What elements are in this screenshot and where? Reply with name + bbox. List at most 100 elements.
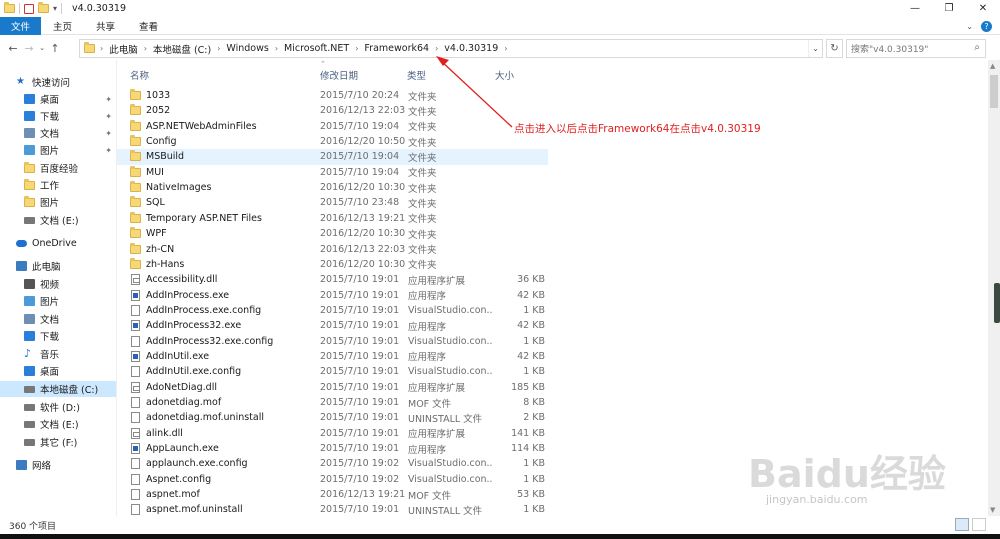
forward-button[interactable]: → (21, 38, 37, 58)
column-header-date[interactable]: 修改日期 (320, 66, 405, 84)
file-row[interactable]: AddInProcess.exe 2015/7/10 19:01 应用程序 42 KB (117, 288, 548, 303)
sidebar-item[interactable]: 本地磁盘 (C:) (0, 381, 116, 397)
sidebar-item[interactable]: 百度经验 (0, 160, 116, 176)
scrollbar-thumb[interactable] (990, 75, 998, 108)
scroll-down-icon[interactable]: ▼ (990, 506, 995, 514)
breadcrumb-windows[interactable]: Windows (226, 43, 268, 54)
sidebar-item[interactable]: ♪ 音乐 (0, 346, 116, 362)
new-folder-icon[interactable] (38, 2, 49, 13)
sidebar-item[interactable]: 视频 (0, 276, 116, 292)
file-row[interactable]: Aspnet.config 2015/7/10 19:02 VisualStudio… (117, 472, 548, 487)
up-button[interactable]: ↑ (47, 38, 63, 58)
file-row[interactable]: MUI 2015/7/10 19:04 文件夹 (117, 165, 548, 180)
chevron-right-icon[interactable]: › (435, 44, 438, 53)
sidebar-item[interactable]: 文档 ✦ (0, 125, 116, 141)
sidebar-item[interactable]: 文档 (E:) (0, 212, 116, 228)
pin-icon[interactable]: ✦ (105, 129, 112, 138)
breadcrumb-separator[interactable]: › (100, 44, 109, 53)
file-row[interactable]: Accessibility.dll 2015/7/10 19:01 应用程序扩展 36… (117, 272, 548, 287)
address-dropdown-button[interactable]: ⌄ (808, 40, 822, 57)
properties-icon[interactable] (24, 3, 34, 14)
maximize-button[interactable]: ❐ (932, 0, 966, 17)
help-icon[interactable]: ? (981, 20, 992, 32)
search-input[interactable]: 搜索"v4.0.30319" ⌕ (846, 39, 986, 58)
sidebar-item[interactable]: 图片 (0, 194, 116, 210)
back-button[interactable]: ← (5, 38, 21, 58)
pin-icon[interactable]: ✦ (105, 95, 112, 104)
scroll-up-icon[interactable]: ▲ (990, 62, 995, 70)
sidebar-item[interactable]: 下载 (0, 328, 116, 344)
file-row[interactable]: MSBuild 2015/7/10 19:04 文件夹 (117, 149, 548, 165)
file-row[interactable]: AddInUtil.exe.config 2015/7/10 19:01 Visua… (117, 364, 548, 379)
file-row[interactable]: Config 2016/12/20 10:50 文件夹 (117, 134, 548, 149)
sidebar-item[interactable]: 下载 ✦ (0, 108, 116, 124)
file-row[interactable]: 1033 2015/7/10 20:24 文件夹 (117, 88, 548, 103)
breadcrumb-drive-c[interactable]: 本地磁盘 (C:) (153, 42, 211, 56)
file-row[interactable]: AddInProcess32.exe.config 2015/7/10 19:01… (117, 334, 548, 349)
column-header-name[interactable]: 名称 (130, 66, 318, 84)
file-row[interactable]: Temporary ASP.NET Files 2016/12/13 19:21 文… (117, 211, 548, 226)
tab-view[interactable]: 查看 (127, 17, 170, 35)
pin-icon[interactable]: ✦ (105, 112, 112, 121)
file-type: UNINSTALL 文件 (408, 413, 483, 425)
file-row[interactable]: AddInUtil.exe 2015/7/10 19:01 应用程序 42 KB (117, 349, 548, 364)
file-row[interactable]: zh-CN 2016/12/13 22:03 文件夹 (117, 242, 548, 257)
large-icons-view-button[interactable] (972, 518, 986, 531)
chevron-right-icon[interactable]: › (144, 44, 147, 53)
file-row[interactable]: AdoNetDiag.dll 2015/7/10 19:01 应用程序扩展 185 K… (117, 380, 548, 395)
sidebar-item[interactable]: 文档 (0, 311, 116, 327)
details-view-button[interactable] (955, 518, 969, 531)
file-row[interactable]: aspnet.mof 2016/12/13 19:21 MOF 文件 53 KB (117, 487, 548, 502)
chevron-right-icon[interactable]: › (275, 44, 278, 53)
file-row[interactable]: ASP.NETWebAdminFiles 2015/7/10 19:04 文件夹 (117, 119, 548, 134)
sidebar-item[interactable]: 软件 (D:) (0, 399, 116, 415)
sidebar-item[interactable]: 图片 ✦ (0, 142, 116, 158)
sidebar-item[interactable]: 桌面 ✦ (0, 91, 116, 107)
address-box[interactable]: › 此电脑 › 本地磁盘 (C:) › Windows › Microsoft.NET… (79, 39, 823, 58)
sidebar-item[interactable]: 其它 (F:) (0, 434, 116, 450)
sidebar-item[interactable]: ★ 快速访问 (0, 74, 116, 90)
column-header-row: 名称 修改日期 类型 大小 (117, 66, 987, 84)
close-button[interactable]: ✕ (966, 0, 1000, 17)
chevron-right-icon[interactable]: › (504, 44, 507, 53)
chevron-right-icon[interactable]: › (355, 44, 358, 53)
sidebar-item[interactable]: 工作 (0, 177, 116, 193)
file-date: 2015/7/10 19:01 (320, 397, 400, 408)
file-date: 2015/7/10 19:01 (320, 304, 400, 316)
file-row[interactable]: alink.dll 2015/7/10 19:01 应用程序扩展 141 KB (117, 426, 548, 441)
pin-icon[interactable]: ✦ (105, 146, 112, 155)
tab-home[interactable]: 主页 (41, 17, 84, 35)
file-row[interactable]: zh-Hans 2016/12/20 10:30 文件夹 (117, 257, 548, 272)
tab-share[interactable]: 共享 (84, 17, 127, 35)
chevron-right-icon[interactable]: › (217, 44, 220, 53)
expand-ribbon-icon[interactable]: ⌄ (966, 22, 973, 31)
customize-dropdown-icon[interactable]: ▾ (53, 4, 57, 13)
sidebar-item[interactable]: 桌面 (0, 363, 116, 379)
file-row[interactable]: AddInProcess32.exe 2015/7/10 19:01 应用程序 42 … (117, 318, 548, 333)
file-row[interactable]: AddInProcess.exe.config 2015/7/10 19:01 Vi… (117, 303, 548, 318)
recent-locations-dropdown[interactable]: ⌄ (37, 38, 47, 58)
minimize-button[interactable]: — (898, 0, 932, 17)
file-row[interactable]: adonetdiag.mof 2015/7/10 19:01 MOF 文件 8 KB (117, 395, 548, 410)
breadcrumb-microsoft-net[interactable]: Microsoft.NET (284, 43, 349, 54)
file-row[interactable]: WPF 2016/12/20 10:30 文件夹 (117, 226, 548, 241)
column-header-size[interactable]: 大小 (495, 66, 550, 84)
tab-file[interactable]: 文件 (0, 16, 42, 35)
sidebar-item[interactable]: 图片 (0, 293, 116, 309)
sidebar-item[interactable]: 网络 (0, 457, 116, 473)
file-row[interactable]: adonetdiag.mof.uninstall 2015/7/10 19:01 U… (117, 410, 548, 425)
file-row[interactable]: NativeImages 2016/12/20 10:30 文件夹 (117, 180, 548, 195)
breadcrumb-framework64[interactable]: Framework64 (364, 43, 429, 54)
file-row[interactable]: 2052 2016/12/13 22:03 文件夹 (117, 103, 548, 118)
breadcrumb-this-pc[interactable]: 此电脑 (109, 42, 138, 56)
sidebar-item[interactable]: OneDrive (0, 235, 116, 251)
sidebar-item[interactable]: 文档 (E:) (0, 416, 116, 432)
column-header-type[interactable]: 类型 (407, 66, 492, 84)
file-row[interactable]: applaunch.exe.config 2015/7/10 19:02 Visua… (117, 456, 548, 471)
file-size: 1 KB (523, 458, 545, 470)
sidebar-item[interactable]: 此电脑 (0, 258, 116, 274)
breadcrumb-v4[interactable]: v4.0.30319 (444, 43, 498, 54)
refresh-button[interactable]: ↻ (826, 39, 843, 58)
file-row[interactable]: AppLaunch.exe 2015/7/10 19:01 应用程序 114 KB (117, 441, 548, 456)
file-row[interactable]: SQL 2015/7/10 23:48 文件夹 (117, 195, 548, 210)
